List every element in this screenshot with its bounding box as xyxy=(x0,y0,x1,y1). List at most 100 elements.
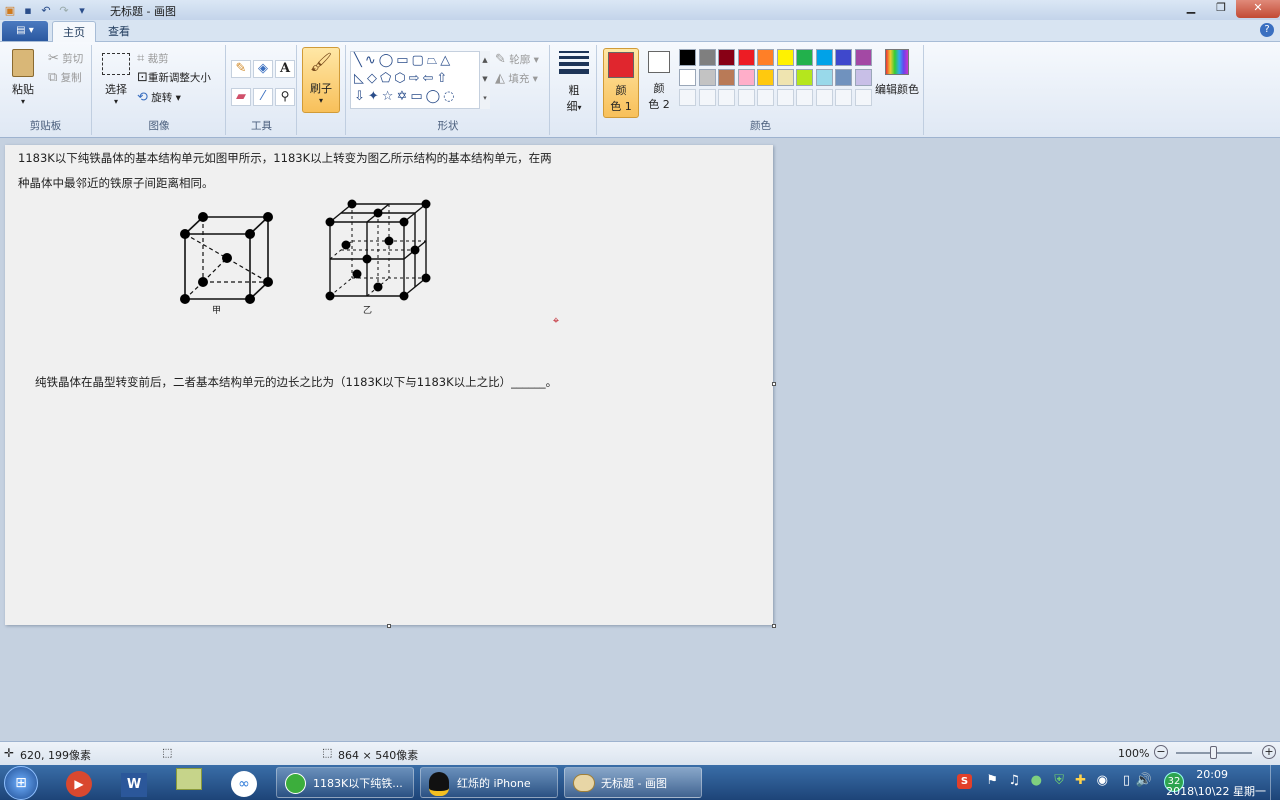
zoom-slider-thumb[interactable] xyxy=(1210,746,1217,759)
size-button[interactable]: 粗 细▾ xyxy=(557,51,591,114)
palette-empty-slot[interactable] xyxy=(737,89,755,106)
fill-button[interactable]: ◭ 填充 ▾ xyxy=(495,71,538,86)
palette-empty-slot[interactable] xyxy=(815,89,833,106)
zoom-in-button[interactable]: + xyxy=(1262,745,1276,759)
paint-app-icon[interactable]: ▣ xyxy=(3,4,17,17)
maximize-button[interactable]: ❐ xyxy=(1206,0,1236,18)
tab-home[interactable]: 主页 xyxy=(52,21,96,42)
tools-group-label: 工具 xyxy=(251,120,272,132)
problem-text-line2: 种晶体中最邻近的铁原子间距离相同。 xyxy=(18,176,214,190)
customize-quick-access-icon[interactable]: ▾ xyxy=(75,4,89,17)
resize-handle-bottom[interactable] xyxy=(387,624,391,628)
palette-swatch[interactable] xyxy=(698,49,716,66)
help-icon[interactable]: ? xyxy=(1260,23,1274,37)
clipboard-icon xyxy=(12,49,34,77)
tools-group: ✎ ◈ A ▰ ⁄ ⚲ 工具 xyxy=(227,45,297,135)
palette-swatch[interactable] xyxy=(776,49,794,66)
palette-swatch[interactable] xyxy=(718,49,735,66)
outline-button[interactable]: ✎ 轮廓 ▾ xyxy=(495,52,539,67)
color-picker-icon[interactable]: ⁄ xyxy=(253,88,273,106)
clock-date[interactable]: 2018\10\22 星期一 xyxy=(1166,783,1266,799)
taskbar-task-paint[interactable]: 无标题 - 画图 xyxy=(564,767,702,798)
chevron-down-icon: ▾ xyxy=(113,97,118,106)
redo-icon[interactable]: ↷ xyxy=(57,4,71,17)
tray-icon-1[interactable]: ⚑ xyxy=(986,773,998,788)
volume-icon[interactable]: 🔊 xyxy=(1136,773,1152,788)
palette-swatch[interactable] xyxy=(679,49,696,66)
baidu-netdisk-icon[interactable]: ∞ xyxy=(226,768,262,798)
select-button[interactable]: 选择 ▾ xyxy=(99,53,133,106)
save-icon[interactable]: ▪ xyxy=(21,4,35,17)
palette-empty-slot[interactable] xyxy=(776,89,794,106)
resize-handle-right[interactable] xyxy=(772,382,776,386)
palette-swatch[interactable] xyxy=(796,69,813,86)
brush-button[interactable]: 🖌 刷子 ▾ xyxy=(302,47,340,113)
resize-handle-corner[interactable] xyxy=(772,624,776,628)
palette-empty-slot[interactable] xyxy=(698,89,716,106)
media-player-icon[interactable]: ▶ xyxy=(61,768,97,798)
taskbar-task-browser[interactable]: 1183K以下纯铁... xyxy=(276,767,414,798)
palette-swatch[interactable] xyxy=(737,49,755,66)
shape-row-lines: ╲∿◯▭▢⏢△ xyxy=(354,53,454,68)
palette-swatch[interactable] xyxy=(776,69,794,86)
pencil-icon[interactable]: ✎ xyxy=(231,60,251,78)
cut-button[interactable]: ✂ 剪切 xyxy=(48,51,83,66)
zoom-out-button[interactable]: − xyxy=(1154,745,1168,759)
palette-empty-slot[interactable] xyxy=(835,89,852,106)
palette-swatch[interactable] xyxy=(796,49,813,66)
palette-empty-slot[interactable] xyxy=(679,89,696,106)
rotate-button[interactable]: ⟲ 旋转 ▾ xyxy=(137,90,181,105)
color1-button[interactable]: 颜 色 1 xyxy=(603,48,639,118)
start-button[interactable]: ⊞ xyxy=(4,766,38,800)
browser-icon xyxy=(285,773,306,794)
palette-swatch[interactable] xyxy=(854,69,872,86)
fill-bucket-icon[interactable]: ◈ xyxy=(253,60,273,78)
clock-time[interactable]: 20:09 xyxy=(1196,768,1228,781)
eraser-icon[interactable]: ▰ xyxy=(231,88,251,106)
minimize-button[interactable]: ▁ xyxy=(1176,0,1206,18)
chevron-down-icon: ▾ xyxy=(577,103,582,112)
palette-swatch[interactable] xyxy=(698,69,716,86)
edit-colors-button[interactable]: 编辑颜色 xyxy=(874,49,920,97)
sogou-ime-icon[interactable]: S xyxy=(957,774,972,789)
palette-swatch[interactable] xyxy=(757,69,774,86)
copy-button[interactable]: ⧉ 复制 xyxy=(48,70,82,85)
crop-button[interactable]: ⌗ 裁剪 xyxy=(137,51,169,66)
palette-empty-slot[interactable] xyxy=(757,89,774,106)
drawing-canvas[interactable]: 1183K以下纯铁晶体的基本结构单元如图甲所示，1183K以上转变为图乙所示结构… xyxy=(5,145,773,625)
paste-button[interactable]: 粘贴 ▾ xyxy=(6,49,40,106)
taskbar-task-qq[interactable]: 红烁的 iPhone xyxy=(420,767,558,798)
palette-swatch[interactable] xyxy=(835,69,852,86)
show-desktop-button[interactable] xyxy=(1270,765,1280,800)
magnifier-icon[interactable]: ⚲ xyxy=(275,88,295,106)
palette-swatch[interactable] xyxy=(737,69,755,86)
palette-swatch[interactable] xyxy=(679,69,696,86)
text-tool-icon[interactable]: A xyxy=(275,60,295,78)
status-bar: ✛ 620, 199像素 ⬚ ⬚ 864 × 540像素 100% − + xyxy=(0,741,1280,765)
undo-icon[interactable]: ↶ xyxy=(39,4,53,17)
color2-button[interactable]: 颜 色 2 xyxy=(642,51,676,112)
palette-swatch[interactable] xyxy=(757,49,774,66)
palette-empty-slot[interactable] xyxy=(796,89,813,106)
palette-empty-slot[interactable] xyxy=(854,89,872,106)
network-icon[interactable]: ▯ xyxy=(1123,773,1130,788)
tray-icon-5[interactable]: ◉ xyxy=(1097,773,1108,788)
palette-swatch[interactable] xyxy=(835,49,852,66)
shield-icon[interactable]: ⛨ xyxy=(1054,773,1064,788)
shapes-scroll[interactable]: ▲ ▼ ▾ xyxy=(479,51,490,109)
tray-icon-2[interactable]: ♫ xyxy=(1008,773,1020,788)
word-icon[interactable]: W xyxy=(116,768,152,798)
palette-swatch[interactable] xyxy=(854,49,872,66)
tray-icon-4[interactable]: ✚ xyxy=(1075,773,1086,788)
palette-swatch[interactable] xyxy=(815,69,833,86)
palette-empty-slot[interactable] xyxy=(718,89,735,106)
tray-icon-3[interactable]: ● xyxy=(1031,773,1042,788)
close-button[interactable]: ✕ xyxy=(1236,0,1280,18)
paint-menu-button[interactable]: ▤ ▾ xyxy=(2,21,48,41)
palette-swatch[interactable] xyxy=(718,69,735,86)
tab-view[interactable]: 查看 xyxy=(98,21,140,42)
notes-icon[interactable] xyxy=(171,768,207,798)
palette-swatch[interactable] xyxy=(815,49,833,66)
resize-button[interactable]: ⊡重新调整大小 xyxy=(137,70,211,85)
shapes-gallery[interactable]: ╲∿◯▭▢⏢△ ◺◇⬠⬡⇨⇦⇧ ⇩✦☆✡▭◯◌ xyxy=(350,51,490,109)
